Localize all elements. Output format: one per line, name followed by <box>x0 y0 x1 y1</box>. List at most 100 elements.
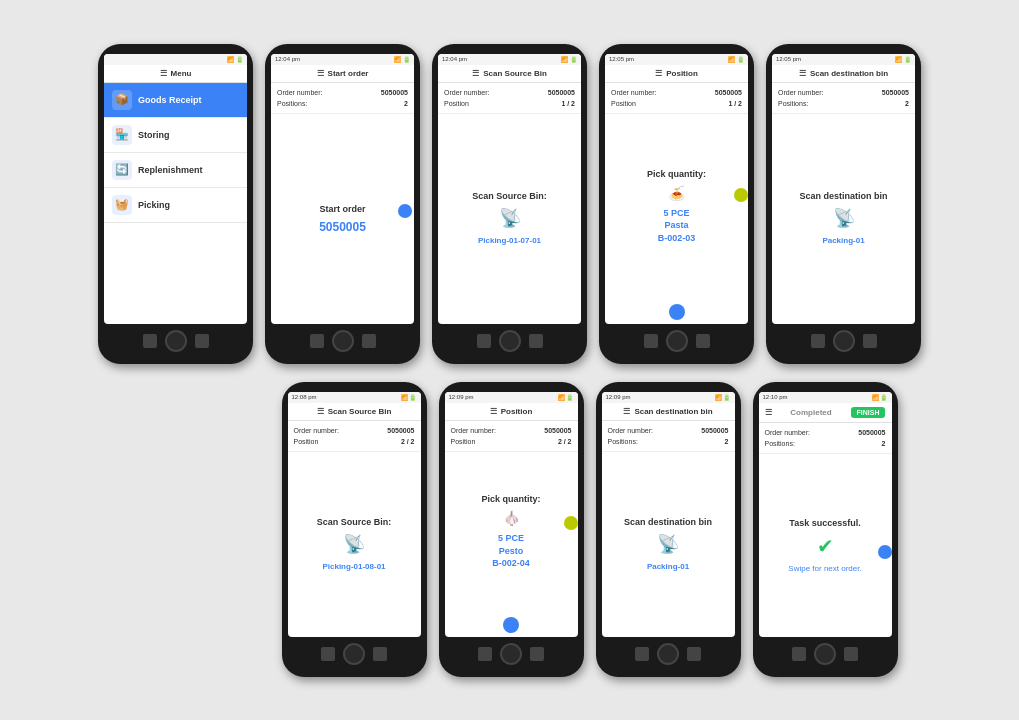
hamburger-icon-3: ☰ <box>472 69 479 78</box>
status-bar-1: 📶 🔋 <box>104 54 247 65</box>
order-number-val-3: 5050005 <box>548 87 575 98</box>
header-title-2: Start order <box>328 69 369 78</box>
content-area-4: Pick quantity: 🍝 5 PCE Pasta B-002-03 <box>605 114 748 300</box>
order-number-val-4: 5050005 <box>715 87 742 98</box>
home-btn-5[interactable] <box>833 330 855 352</box>
home-btn-2[interactable] <box>332 330 354 352</box>
blue-dot-container-4 <box>605 300 748 324</box>
dest-bin-value-1: Packing-01 <box>822 235 864 246</box>
start-order-screen: 12:04 pm 📶 🔋 ☰ Start order Order number:… <box>271 54 414 324</box>
scan-dest-label-1: Scan destination bin <box>799 191 887 201</box>
phone-bottom-2 <box>271 324 414 354</box>
recent-btn-6[interactable] <box>373 647 387 661</box>
back-btn-2[interactable] <box>310 334 324 348</box>
scan-dest-bin-screen-2: 12:09 pm 📶 🔋 ☰ Scan destination bin Orde… <box>602 392 735 637</box>
recent-btn-3[interactable] <box>529 334 543 348</box>
start-order-label: Start order <box>319 204 365 214</box>
position-phone-2: 12:09 pm 📶 🔋 ☰ Position Order number: 50… <box>439 382 584 677</box>
completed-screen: 12:10 pm 📶 🔋 ☰ Completed FINISH Order nu… <box>759 392 892 637</box>
position-screen-1: 12:05 pm 📶 🔋 ☰ Position Order number: 50… <box>605 54 748 324</box>
blue-dot-9 <box>878 545 892 559</box>
time-8: 12:09 pm <box>606 394 631 401</box>
recent-btn-4[interactable] <box>696 334 710 348</box>
recent-btn-9[interactable] <box>844 647 858 661</box>
yellow-dot-2 <box>564 516 578 530</box>
menu-item-picking[interactable]: 🧺 Picking <box>104 188 247 223</box>
header-position-2: ☰ Position <box>445 403 578 421</box>
dest-bin-value-2: Packing-01 <box>647 561 689 572</box>
recent-btn-1[interactable] <box>195 334 209 348</box>
order-info-6: Order number: 5050005 Position 2 / 2 <box>288 421 421 452</box>
order-info-8: Order number: 5050005 Positions: 2 <box>602 421 735 452</box>
header-scan-dest-1: ☰ Scan destination bin <box>772 65 915 83</box>
content-area-7: Pick quantity: 🧄 5 PCE Pesto B-002-04 <box>445 452 578 613</box>
task-success-label: Task successful. <box>789 518 860 528</box>
time-6: 12:08 pm <box>292 394 317 401</box>
back-btn-7[interactable] <box>478 647 492 661</box>
barcode-scan-icon-2: 📡 <box>833 207 855 229</box>
header-title-7: Position <box>501 407 533 416</box>
order-info-7: Order number: 5050005 Position 2 / 2 <box>445 421 578 452</box>
home-btn-9[interactable] <box>814 643 836 665</box>
barcode-scan-icon-4: 📡 <box>657 533 679 555</box>
menu-item-goods-receipt[interactable]: 📦 Goods Receipt <box>104 83 247 118</box>
replenishment-icon: 🔄 <box>112 160 132 180</box>
back-btn-4[interactable] <box>644 334 658 348</box>
menu-list: 📦 Goods Receipt 🏪 Storing 🔄 Replenishmen… <box>104 83 247 324</box>
menu-label-goods-receipt: Goods Receipt <box>138 95 202 105</box>
finish-button[interactable]: FINISH <box>851 407 886 418</box>
yellow-dot-1 <box>734 188 748 202</box>
positions-val-9: 2 <box>882 438 886 449</box>
positions-row-2: Positions: 2 <box>277 98 408 109</box>
content-area-9: Task successful. ✔ Swipe for next order. <box>759 454 892 637</box>
hamburger-icon-8: ☰ <box>623 407 630 416</box>
content-area-8: Scan destination bin 📡 Packing-01 <box>602 452 735 637</box>
menu-label-storing: Storing <box>138 130 170 140</box>
menu-item-replenishment[interactable]: 🔄 Replenishment <box>104 153 247 188</box>
blue-dot-2 <box>398 204 412 218</box>
scan-source-bin-screen-2: 12:08 pm 📶 🔋 ☰ Scan Source Bin Order num… <box>288 392 421 637</box>
start-order-value: 5050005 <box>319 220 366 234</box>
position-screen-2: 12:09 pm 📶 🔋 ☰ Position Order number: 50… <box>445 392 578 637</box>
menu-item-storing[interactable]: 🏪 Storing <box>104 118 247 153</box>
back-btn-9[interactable] <box>792 647 806 661</box>
recent-btn-7[interactable] <box>530 647 544 661</box>
header-title-9: Completed <box>790 408 831 417</box>
back-btn-6[interactable] <box>321 647 335 661</box>
status-bar-6: 12:08 pm 📶 🔋 <box>288 392 421 403</box>
recent-btn-2[interactable] <box>362 334 376 348</box>
position-phone-1: 12:05 pm 📶 🔋 ☰ Position Order number: 50… <box>599 44 754 364</box>
status-bar-7: 12:09 pm 📶 🔋 <box>445 392 578 403</box>
back-btn-1[interactable] <box>143 334 157 348</box>
barcode-scan-icon-3: 📡 <box>343 533 365 555</box>
header-title-8: Scan destination bin <box>634 407 712 416</box>
time-5: 12:05 pm <box>776 56 801 63</box>
hamburger-icon-6: ☰ <box>317 407 324 416</box>
hamburger-icon-9: ☰ <box>765 408 772 417</box>
picking-icon: 🧺 <box>112 195 132 215</box>
back-btn-3[interactable] <box>477 334 491 348</box>
home-btn-3[interactable] <box>499 330 521 352</box>
back-btn-5[interactable] <box>811 334 825 348</box>
hamburger-icon-7: ☰ <box>490 407 497 416</box>
order-info-2: Order number: 5050005 Positions: 2 <box>271 83 414 114</box>
phone-bottom-1 <box>104 324 247 354</box>
recent-btn-5[interactable] <box>863 334 877 348</box>
barcode-scan-icon-1: 📡 <box>499 207 521 229</box>
positions-val-5: 2 <box>905 98 909 109</box>
home-btn-1[interactable] <box>165 330 187 352</box>
pick-qty-label-2: Pick quantity: <box>481 494 540 504</box>
home-btn-6[interactable] <box>343 643 365 665</box>
home-btn-4[interactable] <box>666 330 688 352</box>
status-bar-2: 12:04 pm 📶 🔋 <box>271 54 414 65</box>
order-info-5: Order number: 5050005 Positions: 2 <box>772 83 915 114</box>
goods-receipt-icon: 📦 <box>112 90 132 110</box>
content-area-2: Start order 5050005 <box>271 114 414 324</box>
qty-item-bin-2: 5 PCE Pesto B-002-04 <box>492 532 530 570</box>
home-btn-7[interactable] <box>500 643 522 665</box>
storing-icon: 🏪 <box>112 125 132 145</box>
recent-btn-8[interactable] <box>687 647 701 661</box>
home-btn-8[interactable] <box>657 643 679 665</box>
menu-label-replenishment: Replenishment <box>138 165 203 175</box>
back-btn-8[interactable] <box>635 647 649 661</box>
